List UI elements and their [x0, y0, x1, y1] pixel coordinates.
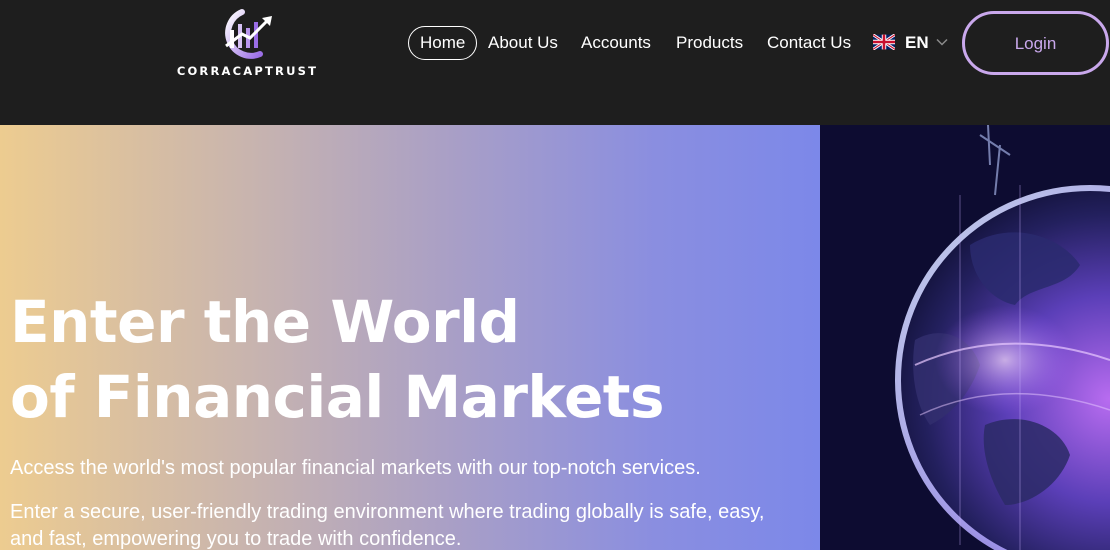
brand-logo[interactable]: CORRACAPTRUST — [170, 6, 325, 78]
globe-illustration — [820, 125, 1110, 550]
brand-name: CORRACAPTRUST — [176, 64, 319, 78]
hero-title: Enter the World of Financial Markets — [10, 285, 665, 435]
nav-about-us[interactable]: About Us — [488, 26, 558, 60]
globe-image — [820, 125, 1110, 550]
hero-description: Enter a secure, user-friendly trading en… — [10, 501, 765, 550]
login-button[interactable]: Login — [962, 11, 1109, 75]
hero-subtitle: Access the world's most popular financia… — [10, 457, 701, 479]
hero-section: Enter the World of Financial Markets Acc… — [0, 125, 820, 550]
logo-mark-icon — [225, 9, 272, 59]
uk-flag-icon — [873, 34, 895, 50]
site-header: CORRACAPTRUST Home About Us Accounts Pro… — [0, 0, 1110, 125]
nav-contact-us[interactable]: Contact Us — [767, 26, 851, 60]
nav-products[interactable]: Products — [676, 26, 743, 60]
language-selector[interactable]: EN — [873, 26, 953, 60]
nav-home[interactable]: Home — [408, 26, 478, 60]
hero-title-line-1: Enter the World — [10, 288, 520, 356]
nav-accounts[interactable]: Accounts — [581, 26, 651, 60]
chevron-down-icon — [936, 38, 948, 46]
hero-title-line-2: of Financial Markets — [10, 363, 665, 431]
language-code: EN — [905, 33, 929, 52]
